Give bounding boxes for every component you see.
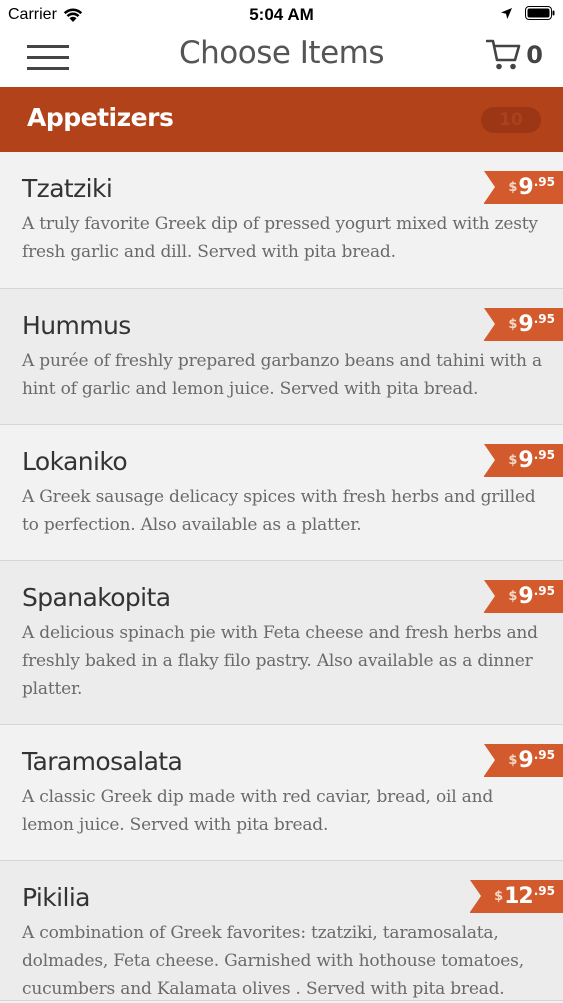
status-bar: Carrier 5:04 AM — [0, 0, 563, 30]
menu-item[interactable]: Hummus A purée of freshly prepared garba… — [0, 289, 563, 425]
price-tag: $ 9 .95 — [484, 580, 563, 613]
section-header: Appetizers 10 — [0, 87, 563, 152]
price-currency: $ — [508, 753, 518, 768]
item-name: Tzatziki — [22, 174, 113, 203]
item-description: A classic Greek dip made with red caviar… — [22, 787, 494, 835]
cart-button[interactable]: 0 — [486, 38, 543, 72]
item-name: Hummus — [22, 311, 131, 340]
item-description: A delicious spinach pie with Feta cheese… — [22, 623, 538, 699]
item-description: A Greek sausage delicacy spices with fre… — [22, 487, 536, 535]
hamburger-menu-icon[interactable] — [27, 45, 69, 71]
price-decimal: .95 — [533, 448, 555, 462]
menu-item[interactable]: Taramosalata A classic Greek dip made wi… — [0, 725, 563, 861]
menu-item-list: Tzatziki A truly favorite Greek dip of p… — [0, 152, 563, 1001]
cart-count: 0 — [526, 41, 543, 69]
price-integer: 12 — [504, 884, 534, 909]
item-name: Spanakopita — [22, 583, 171, 612]
menu-item[interactable]: Spanakopita A delicious spinach pie with… — [0, 561, 563, 725]
navigation-bar: Choose Items 0 — [0, 30, 563, 87]
price-currency: $ — [508, 453, 518, 468]
section-count-badge: 10 — [481, 107, 541, 133]
price-tag: $ 9 .95 — [484, 171, 563, 204]
status-right — [488, 6, 555, 25]
menu-item[interactable]: Lokaniko A Greek sausage delicacy spices… — [0, 425, 563, 561]
status-time: 5:04 AM — [249, 5, 314, 24]
price-tag: $ 9 .95 — [484, 444, 563, 477]
item-description: A truly favorite Greek dip of pressed yo… — [22, 214, 538, 262]
price-decimal: .95 — [533, 748, 555, 762]
price-decimal: .95 — [533, 884, 555, 898]
price-currency: $ — [508, 317, 518, 332]
price-integer: 9 — [518, 175, 533, 200]
shopping-cart-icon — [486, 39, 521, 70]
price-decimal: .95 — [533, 175, 555, 189]
price-currency: $ — [508, 180, 518, 195]
price-decimal: .95 — [533, 312, 555, 326]
price-integer: 9 — [518, 312, 533, 337]
battery-icon — [525, 6, 555, 25]
item-name: Pikilia — [22, 883, 91, 912]
menu-item[interactable]: Pikilia A combination of Greek favorites… — [0, 861, 563, 1001]
page-title: Choose Items — [178, 35, 385, 71]
price-tag: $ 9 .95 — [484, 744, 563, 777]
price-integer: 9 — [518, 448, 533, 473]
price-currency: $ — [508, 589, 518, 604]
price-tag: $ 12 .95 — [470, 880, 563, 913]
price-integer: 9 — [518, 584, 533, 609]
price-currency: $ — [494, 889, 504, 904]
item-description: A combination of Greek favorites: tzatzi… — [22, 923, 524, 999]
menu-item[interactable]: Tzatziki A truly favorite Greek dip of p… — [0, 152, 563, 289]
section-title: Appetizers — [27, 103, 174, 132]
item-name: Lokaniko — [22, 447, 128, 476]
price-integer: 9 — [518, 748, 533, 773]
price-decimal: .95 — [533, 584, 555, 598]
item-name: Taramosalata — [22, 747, 183, 776]
item-description: A purée of freshly prepared garbanzo bea… — [22, 351, 542, 399]
location-arrow-icon — [500, 7, 513, 25]
price-tag: $ 9 .95 — [484, 308, 563, 341]
